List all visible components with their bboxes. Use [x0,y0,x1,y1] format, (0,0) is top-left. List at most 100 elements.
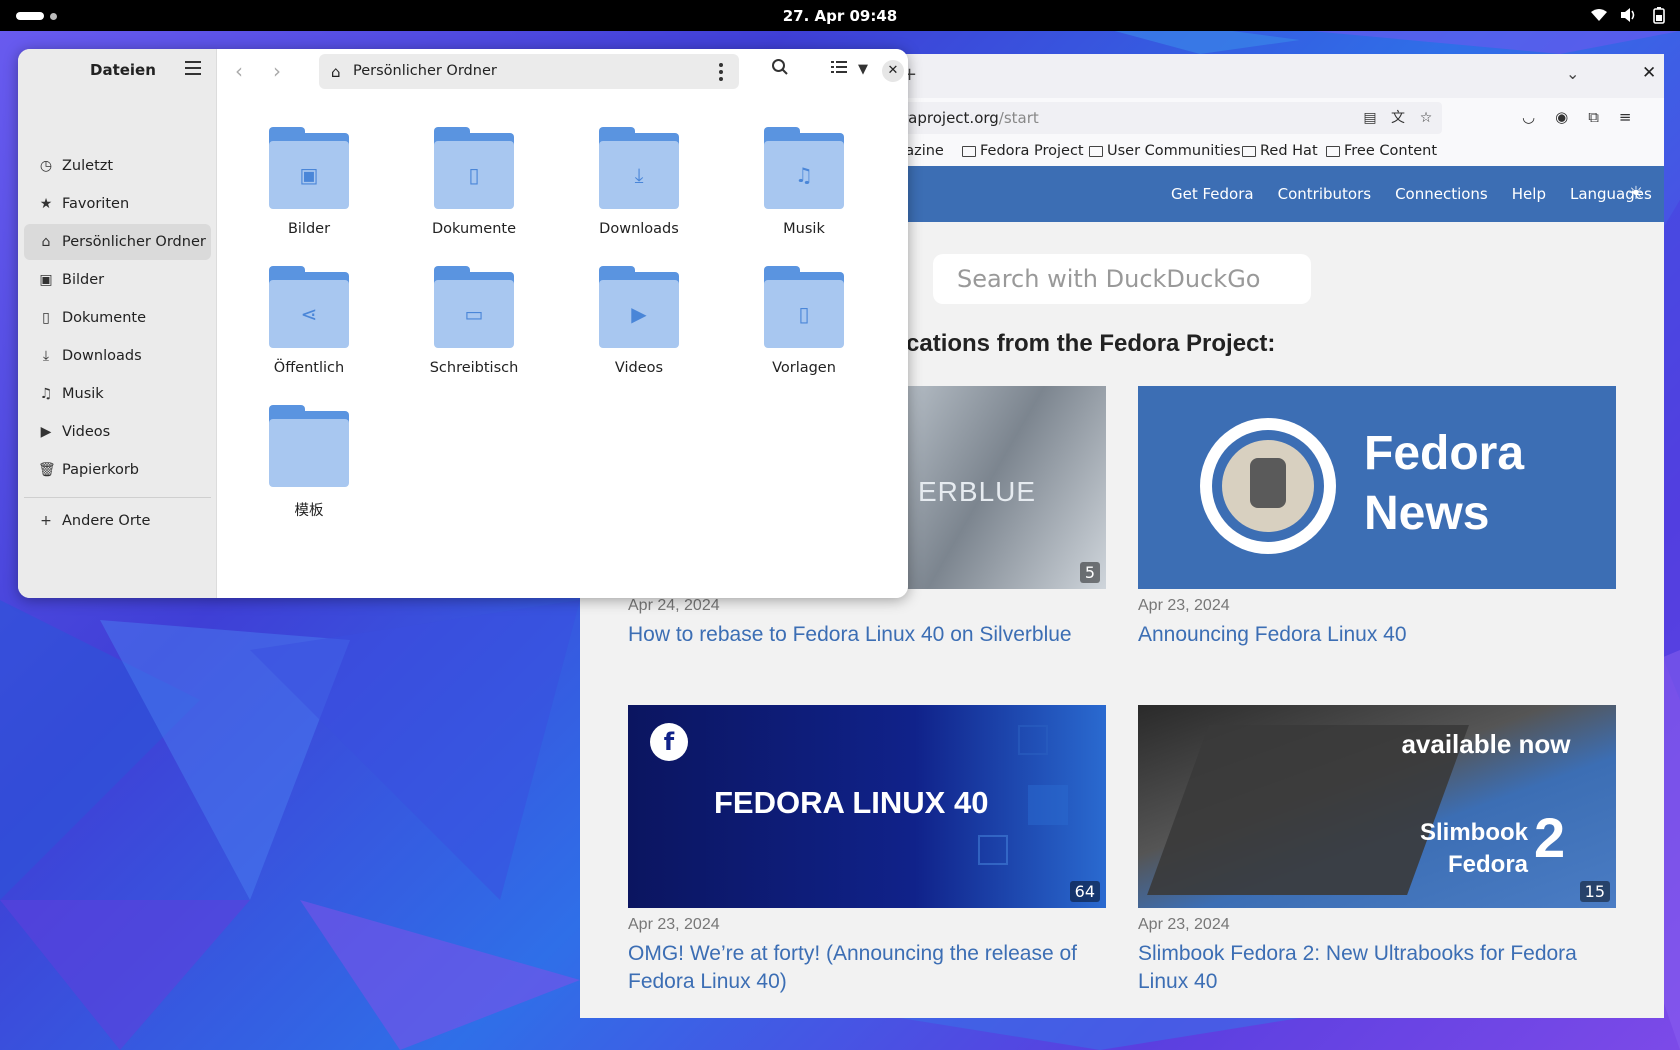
reader-view-icon[interactable]: ▤ [1362,110,1378,126]
folder-item[interactable]: ⋖ Öffentlich [239,266,379,376]
folder-item[interactable]: ▭ Schreibtisch [404,266,544,376]
thumb-text-available: available now [1401,729,1571,759]
url-domain: raproject.org [902,109,999,127]
sidebar-item-label: Bilder [62,272,105,288]
list-view-icon[interactable] [831,58,847,79]
image-icon: ▣ [269,141,349,209]
folder-icon: ▭ [434,280,514,348]
home-icon: ⌂ [331,63,341,81]
folder-item[interactable]: 模板 [239,405,379,520]
trash-icon: 🗑 [38,462,56,478]
clock[interactable]: 27. Apr 09:48 [783,7,898,25]
sidebar-item-favorites[interactable]: ★ Favoriten [24,186,211,222]
sidebar-item-home[interactable]: ⌂ Persönlicher Ordner [24,224,211,260]
sidebar-item-label: Downloads [62,348,142,364]
comment-count-badge: 15 [1579,881,1610,902]
power-icon [1650,6,1668,24]
article-thumbnail: f FEDORA LINUX 40 64 [628,705,1106,908]
article-card[interactable]: f FEDORA LINUX 40 64 Apr 23, 2024 OMG! W… [628,705,1106,996]
browser-toolbar-right: ◡ ◉ ⧉ ≡ [1522,108,1631,126]
sidebar-item-recent[interactable]: ◷ Zuletzt [24,148,211,184]
site-nav: Get Fedora Contributors Connections Help… [1171,185,1652,203]
download-icon: ⤓ [42,348,50,364]
system-tray[interactable] [1590,6,1668,24]
folder-label: Öffentlich [273,360,345,376]
nav-help[interactable]: Help [1512,185,1546,203]
sidebar-item-music[interactable]: ♫ Musik [24,376,211,412]
back-icon[interactable]: ‹ [235,59,243,83]
folder-item[interactable]: ▯ Dokumente [404,127,544,237]
translate-icon[interactable]: 文 [1390,110,1406,126]
clock-icon: ◷ [39,158,53,174]
view-options-chevron-icon[interactable]: ▼ [858,62,868,77]
top-bar: 27. Apr 09:48 [0,0,1680,31]
article-date: Apr 23, 2024 [1138,916,1230,933]
close-button[interactable]: ✕ [882,60,904,82]
nav-connections[interactable]: Connections [1395,185,1488,203]
article-thumbnail: available now Slimbook Fedora 2 15 [1138,705,1616,908]
comment-count-badge: 5 [1079,562,1100,583]
bookmark-star-icon[interactable]: ☆ [1418,110,1434,126]
activities-indicator[interactable] [16,12,57,20]
article-date: Apr 24, 2024 [628,597,720,614]
theme-toggle-icon[interactable]: ☀ [1628,183,1644,204]
app-menu-icon[interactable]: ≡ [1619,108,1632,126]
article-date: Apr 23, 2024 [1138,597,1230,614]
window-close-icon[interactable]: ✕ [1642,63,1656,83]
location-menu-icon[interactable] [719,63,723,84]
url-path: /start [998,109,1039,127]
article-title[interactable]: Announcing Fedora Linux 40 [1138,621,1616,649]
files-sidebar: Dateien ◷ Zuletzt ★ Favoriten ⌂ Persönli… [18,49,217,598]
sidebar-item-label: Dokumente [62,310,147,326]
nav-get-fedora[interactable]: Get Fedora [1171,185,1254,203]
bookmark-label: Free Content [1344,143,1438,159]
forward-icon[interactable]: › [273,59,281,83]
bookmark-item[interactable]: User Communities [1089,143,1241,159]
folder-label: Vorlagen [772,360,836,376]
folder-label: Dokumente [431,221,517,237]
article-title[interactable]: How to rebase to Fedora Linux 40 on Silv… [628,621,1106,649]
folder-item[interactable]: ▯ Vorlagen [734,266,874,376]
folder-label: Downloads [599,221,679,237]
article-title[interactable]: Slimbook Fedora 2: New Ultrabooks for Fe… [1138,940,1616,996]
bookmark-item[interactable]: Free Content [1326,143,1437,159]
sidebar-separator [24,497,211,498]
sidebar-item-videos[interactable]: ▶ Videos [24,414,211,450]
thumb-text-two: 2 [1534,806,1566,869]
folder-icon [269,419,349,487]
sidebar-item-downloads[interactable]: ⤓ Downloads [24,338,211,374]
search-input[interactable]: Search with DuckDuckGo [933,254,1311,304]
nav-contributors[interactable]: Contributors [1278,185,1371,203]
bookmark-item[interactable]: Fedora Project [962,143,1084,159]
article-thumbnail: Fedora News [1138,386,1616,589]
extensions-icon[interactable]: ⧉ [1588,108,1599,126]
bookmark-item[interactable]: Red Hat [1242,143,1318,159]
tab-list-chevron-icon[interactable]: ⌄ [1566,64,1579,83]
sidebar-item-label: Zuletzt [62,158,114,174]
sidebar-item-label: Persönlicher Ordner [62,234,206,250]
sidebar-item-trash[interactable]: 🗑 Papierkorb [24,452,211,488]
document-icon: ▯ [434,141,514,209]
folder-label: Videos [614,360,664,376]
thumb-text: FEDORA LINUX 40 [714,785,989,820]
pocket-icon[interactable]: ◡ [1522,108,1535,126]
location-bar[interactable]: ⌂ Persönlicher Ordner [319,54,739,89]
sidebar-item-label: Andere Orte [62,513,151,529]
folder-item[interactable]: ▶ Videos [569,266,709,376]
hamburger-menu-icon[interactable] [185,61,201,79]
article-card[interactable]: available now Slimbook Fedora 2 15 Apr 2… [1138,705,1616,996]
volume-icon [1620,6,1638,24]
sidebar-item-label: Papierkorb [62,462,140,478]
sidebar-item-other-locations[interactable]: + Andere Orte [24,503,211,539]
folder-item[interactable]: ♫ Musik [734,127,874,237]
article-card[interactable]: Fedora News Apr 23, 2024 Announcing Fedo… [1138,386,1616,649]
account-icon[interactable]: ◉ [1555,108,1568,126]
search-icon[interactable] [771,58,789,81]
sidebar-item-pictures[interactable]: ▣ Bilder [24,262,211,298]
folder-label: Musik [783,221,825,237]
folder-item[interactable]: ⤓ Downloads [569,127,709,237]
folder-item[interactable]: ▣ Bilder [239,127,379,237]
folder-icon [1242,145,1256,157]
article-title[interactable]: OMG! We’re at forty! (Announcing the rel… [628,940,1106,996]
sidebar-item-documents[interactable]: ▯ Dokumente [24,300,211,336]
